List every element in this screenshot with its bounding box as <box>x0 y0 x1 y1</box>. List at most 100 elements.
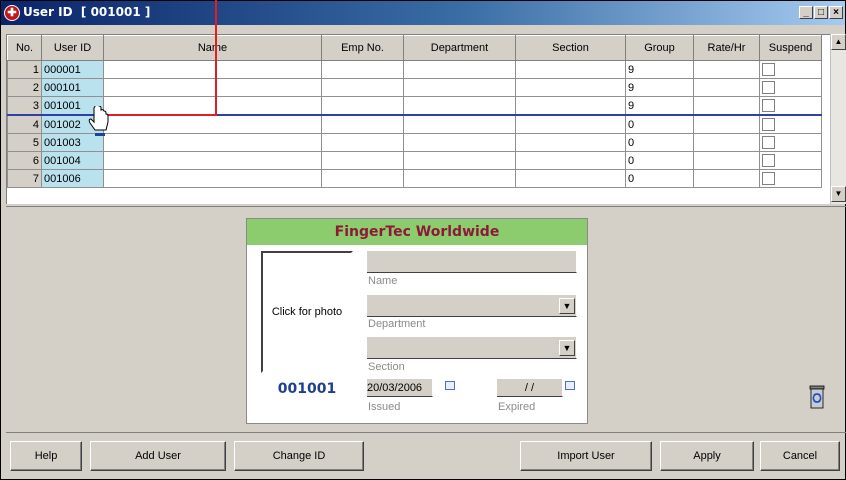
column-header[interactable]: Rate/Hr <box>693 35 760 61</box>
table-row[interactable]: 7 001006 0 <box>7 169 822 188</box>
row-number[interactable]: 2 <box>7 78 42 97</box>
rate-cell[interactable] <box>693 78 760 97</box>
import-user-button[interactable]: Import User <box>520 441 652 471</box>
rate-cell[interactable] <box>693 169 760 188</box>
suspend-cell[interactable] <box>759 78 822 97</box>
emp-no-cell[interactable] <box>321 169 404 188</box>
group-cell[interactable]: 9 <box>625 78 694 97</box>
section-cell[interactable] <box>515 114 626 134</box>
section-cell[interactable] <box>515 60 626 79</box>
name-cell[interactable] <box>103 78 322 97</box>
column-header[interactable]: Emp No. <box>321 35 404 61</box>
column-header[interactable]: Section <box>515 35 626 61</box>
suspend-checkbox[interactable] <box>762 99 775 112</box>
chevron-down-icon[interactable]: ▼ <box>559 340 575 356</box>
name-cell[interactable] <box>103 169 322 188</box>
user-grid[interactable]: No. User ID Name Emp No. Department Section Gr… <box>6 34 846 204</box>
section-cell[interactable] <box>515 151 626 170</box>
suspend-checkbox[interactable] <box>762 172 775 185</box>
change-id-button[interactable]: Change ID <box>234 441 364 471</box>
name-cell[interactable] <box>103 114 322 134</box>
suspend-cell[interactable] <box>759 114 822 134</box>
emp-no-cell[interactable] <box>321 151 404 170</box>
expired-date-field[interactable]: / / <box>497 379 563 397</box>
emp-no-cell[interactable] <box>321 114 404 134</box>
emp-no-cell[interactable] <box>321 60 404 79</box>
table-row[interactable]: 3 001001 9 <box>7 96 822 116</box>
group-cell[interactable]: 0 <box>625 133 694 152</box>
group-cell[interactable]: 0 <box>625 114 694 134</box>
emp-no-cell[interactable] <box>321 133 404 152</box>
rate-cell[interactable] <box>693 133 760 152</box>
section-select[interactable]: ▼ <box>367 337 577 359</box>
name-cell[interactable] <box>103 133 322 152</box>
name-cell[interactable] <box>103 151 322 170</box>
photo-box[interactable]: Click for photo <box>261 251 353 373</box>
section-cell[interactable] <box>515 169 626 188</box>
group-cell[interactable]: 0 <box>625 169 694 188</box>
name-cell[interactable] <box>103 60 322 79</box>
department-cell[interactable] <box>403 96 516 116</box>
scroll-up-button[interactable]: ▲ <box>831 34 846 50</box>
title-bar[interactable]: ✚ User ID [ 001001 ] _ □ × <box>1 1 845 25</box>
grid-scrollbar[interactable]: ▲ ▼ <box>830 34 846 204</box>
department-cell[interactable] <box>403 114 516 134</box>
name-cell[interactable] <box>103 96 322 116</box>
suspend-cell[interactable] <box>759 96 822 116</box>
name-field[interactable] <box>367 251 577 273</box>
table-row[interactable]: 6 001004 0 <box>7 151 822 170</box>
rate-cell[interactable] <box>693 60 760 79</box>
department-select[interactable]: ▼ <box>367 295 577 317</box>
department-cell[interactable] <box>403 60 516 79</box>
apply-button[interactable]: Apply <box>660 441 754 471</box>
column-header[interactable]: Name <box>103 35 322 61</box>
table-row[interactable]: 4 001002 0 <box>7 114 822 134</box>
rate-cell[interactable] <box>693 114 760 134</box>
table-row[interactable]: 2 000101 9 <box>7 78 822 97</box>
section-cell[interactable] <box>515 78 626 97</box>
suspend-cell[interactable] <box>759 60 822 79</box>
calendar-icon[interactable] <box>565 381 575 390</box>
issued-date-field[interactable]: 20/03/2006 <box>367 379 433 397</box>
table-row[interactable]: 1 000001 9 <box>7 60 822 79</box>
recycle-bin-icon[interactable] <box>808 385 826 409</box>
chevron-down-icon[interactable]: ▼ <box>559 298 575 314</box>
suspend-cell[interactable] <box>759 133 822 152</box>
suspend-checkbox[interactable] <box>762 63 775 76</box>
column-header[interactable]: User ID <box>41 35 104 61</box>
suspend-checkbox[interactable] <box>762 118 775 131</box>
help-button[interactable]: Help <box>10 441 82 471</box>
user-id-cell[interactable]: 000101 <box>41 78 104 97</box>
rate-cell[interactable] <box>693 96 760 116</box>
group-cell[interactable]: 9 <box>625 96 694 116</box>
suspend-cell[interactable] <box>759 169 822 188</box>
user-id-cell[interactable]: 001004 <box>41 151 104 170</box>
emp-no-cell[interactable] <box>321 78 404 97</box>
suspend-checkbox[interactable] <box>762 136 775 149</box>
department-cell[interactable] <box>403 151 516 170</box>
row-number[interactable]: 1 <box>7 60 42 79</box>
department-cell[interactable] <box>403 169 516 188</box>
column-header[interactable]: Suspend <box>759 35 822 61</box>
suspend-checkbox[interactable] <box>762 81 775 94</box>
emp-no-cell[interactable] <box>321 96 404 116</box>
minimize-button[interactable]: _ <box>799 6 813 19</box>
calendar-icon[interactable] <box>445 381 455 390</box>
group-cell[interactable]: 9 <box>625 60 694 79</box>
rate-cell[interactable] <box>693 151 760 170</box>
row-number[interactable]: 5 <box>7 133 42 152</box>
user-id-cell[interactable]: 000001 <box>41 60 104 79</box>
column-header[interactable]: Department <box>403 35 516 61</box>
row-number[interactable]: 3 <box>7 96 42 116</box>
row-number[interactable]: 7 <box>7 169 42 188</box>
close-button[interactable]: × <box>829 6 843 19</box>
cancel-button[interactable]: Cancel <box>760 441 840 471</box>
section-cell[interactable] <box>515 96 626 116</box>
group-cell[interactable]: 0 <box>625 151 694 170</box>
table-row[interactable]: 5 001003 0 <box>7 133 822 152</box>
department-cell[interactable] <box>403 78 516 97</box>
maximize-button[interactable]: □ <box>814 6 828 19</box>
row-number[interactable]: 4 <box>7 114 42 134</box>
section-cell[interactable] <box>515 133 626 152</box>
suspend-checkbox[interactable] <box>762 154 775 167</box>
